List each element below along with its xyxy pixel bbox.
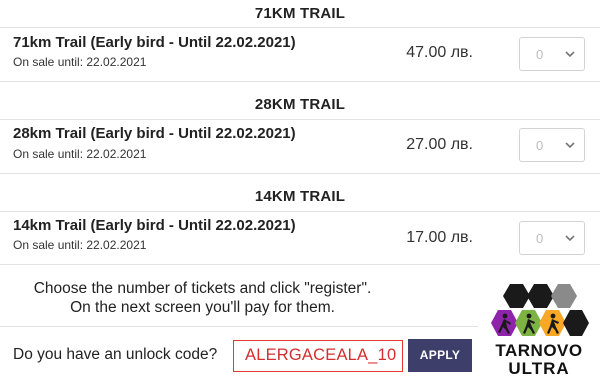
quantity-select-28km[interactable]: 0 (519, 128, 585, 162)
unlock-code-label: Do you have an unlock code? (13, 346, 218, 363)
ticket-name-14km: 14km Trail (Early bird - Until 22.02.202… (13, 217, 296, 234)
quantity-value: 0 (536, 138, 544, 153)
divider (0, 211, 600, 212)
divider (0, 264, 600, 265)
tarnovo-ultra-logo: TARNOVO ULTRA (491, 284, 589, 378)
ticket-sale-info-14km: On sale until: 22.02.2021 (13, 238, 147, 252)
quantity-value: 0 (536, 231, 544, 246)
apply-button[interactable]: APPLY (408, 339, 472, 372)
chevron-down-icon (565, 51, 575, 58)
section-title-14km: 14KM TRAIL (254, 188, 346, 205)
ticket-name-71km: 71km Trail (Early bird - Until 22.02.202… (13, 34, 296, 51)
divider (0, 81, 600, 82)
info-text-line2: On the next screen you'll pay for them. (70, 299, 335, 316)
svg-text:ULTRA: ULTRA (508, 359, 569, 378)
chevron-down-icon (565, 142, 575, 149)
divider (0, 119, 600, 120)
section-title-71km: 71KM TRAIL (254, 5, 346, 22)
ticket-price-71km: 47.00 лв. (406, 44, 473, 61)
section-title-28km: 28KM TRAIL (254, 96, 346, 113)
quantity-select-71km[interactable]: 0 (519, 37, 585, 71)
quantity-select-14km[interactable]: 0 (519, 221, 585, 255)
unlock-code-input[interactable]: ALERGACEALA_10 (233, 340, 403, 372)
divider (0, 173, 600, 174)
ticket-name-28km: 28km Trail (Early bird - Until 22.02.202… (13, 125, 296, 142)
ticket-price-28km: 27.00 лв. (406, 136, 473, 153)
chevron-down-icon (565, 235, 575, 242)
info-text-line1: Choose the number of tickets and click "… (33, 280, 372, 297)
divider (0, 326, 478, 327)
ticket-sale-info-71km: On sale until: 22.02.2021 (13, 55, 147, 69)
ticket-price-14km: 17.00 лв. (406, 229, 473, 246)
svg-text:TARNOVO: TARNOVO (495, 341, 582, 360)
quantity-value: 0 (536, 47, 544, 62)
ticket-sale-info-28km: On sale until: 22.02.2021 (13, 147, 147, 161)
divider (0, 27, 600, 28)
